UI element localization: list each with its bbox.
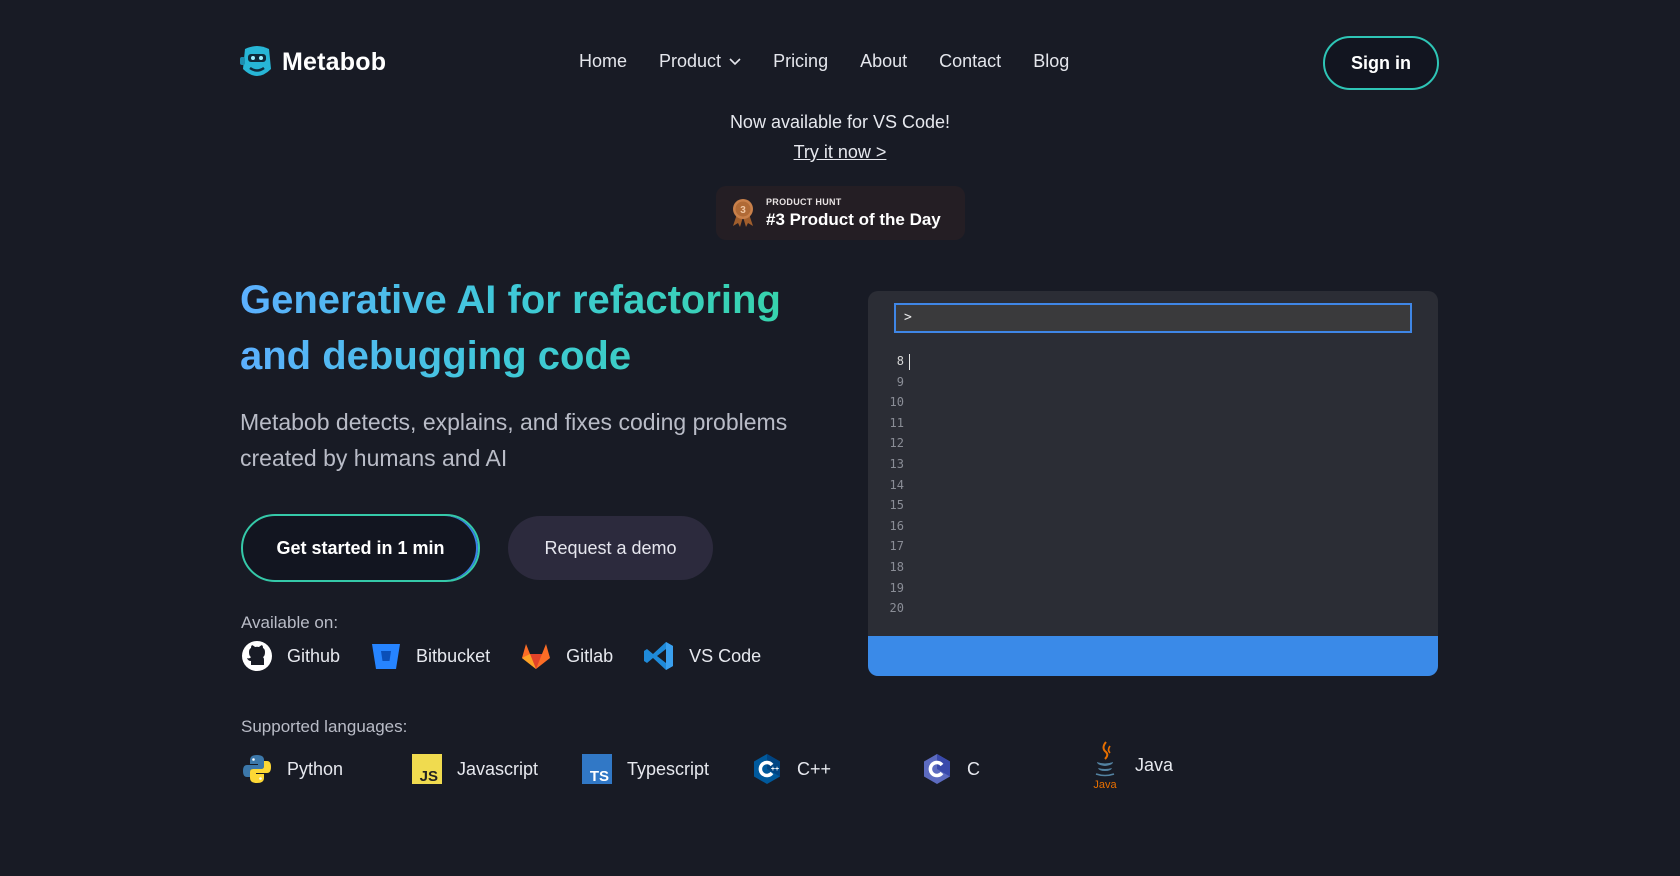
line-number: 16 (889, 518, 904, 533)
javascript-icon: JS (412, 754, 442, 785)
platform-gitlab[interactable]: Gitlab (520, 640, 613, 672)
command-input[interactable]: > (894, 303, 1412, 333)
code-editor-panel: > 8 9 10 11 12 13 14 15 16 17 18 19 20 (868, 291, 1438, 676)
nav-blog[interactable]: Blog (1033, 51, 1069, 72)
try-it-now-link[interactable]: Try it now > (794, 142, 887, 162)
nav-blog-label: Blog (1033, 51, 1070, 71)
language-javascript: JS Javascript (411, 752, 538, 786)
sign-in-button[interactable]: Sign in (1323, 36, 1439, 90)
nav-contact-label: Contact (939, 51, 1002, 71)
java-icon: Java (1093, 741, 1117, 790)
logo[interactable]: Metabob (240, 43, 386, 81)
supported-languages-label: Supported languages: (241, 717, 408, 736)
line-number: 20 (889, 601, 904, 616)
nav-home[interactable]: Home (579, 51, 627, 72)
hero-subtitle: Metabob detects, explains, and fixes cod… (240, 409, 788, 471)
nav-product-label: Product (659, 51, 722, 71)
platform-gitlab-label: Gitlab (566, 645, 614, 666)
request-demo-button[interactable]: Request a demo (508, 516, 713, 580)
java-logo-text: Java (1093, 779, 1117, 790)
product-hunt-badge[interactable]: 3 PRODUCT HUNT #3 Product of the Day (716, 186, 965, 240)
python-icon (243, 755, 271, 783)
line-number: 19 (889, 580, 904, 595)
line-number-gutter: 8 9 10 11 12 13 14 15 16 17 18 19 20 (868, 351, 904, 619)
line-number: 18 (889, 559, 904, 574)
platform-bitbucket[interactable]: Bitbucket (370, 640, 490, 672)
nav-contact[interactable]: Contact (939, 51, 1001, 72)
line-number: 9 (896, 374, 904, 389)
available-on-label: Available on: (241, 613, 339, 632)
vscode-icon (644, 642, 674, 670)
bitbucket-icon (372, 644, 401, 669)
nav-pricing-label: Pricing (773, 51, 829, 71)
language-java: Java Java (1089, 740, 1173, 790)
github-icon (242, 641, 272, 671)
nav-pricing[interactable]: Pricing (773, 51, 828, 72)
logo-text: Metabob (282, 47, 387, 76)
language-java-label: Java (1135, 754, 1174, 775)
typescript-icon: TS (582, 754, 612, 785)
line-number: 13 (889, 456, 904, 471)
platform-list: Github Bitbucket Gitlab VS Code (241, 640, 791, 672)
chevron-down-icon (729, 57, 741, 65)
language-javascript-label: Javascript (457, 758, 539, 779)
gitlab-icon (522, 644, 551, 669)
platform-github[interactable]: Github (241, 640, 340, 672)
medal-icon: 3 (733, 199, 753, 227)
language-c-label: C (967, 758, 980, 779)
medal-number: 3 (740, 205, 746, 216)
cplusplus-icon: ++ (754, 754, 780, 784)
line-number: 15 (889, 498, 904, 513)
svg-text:JS: JS (420, 768, 438, 785)
try-it-now-container: Try it now > (0, 142, 1680, 163)
language-typescript-label: Typescript (627, 758, 710, 779)
metabob-logo-icon (240, 46, 271, 76)
product-hunt-big: #3 Product of the Day (766, 209, 941, 229)
line-number: 14 (889, 477, 904, 492)
platform-vscode[interactable]: VS Code (643, 640, 761, 672)
c-icon (924, 754, 950, 784)
language-python-label: Python (287, 758, 344, 779)
line-number: 17 (889, 539, 904, 554)
platform-bitbucket-label: Bitbucket (416, 645, 491, 666)
line-number: 8 (896, 354, 904, 368)
get-started-button[interactable]: Get started in 1 min (241, 514, 480, 582)
nav-product[interactable]: Product (659, 51, 741, 72)
language-c: C (921, 752, 980, 786)
language-cplusplus: ++ C++ (751, 752, 831, 786)
line-number: 10 (889, 395, 904, 410)
text-cursor (909, 354, 910, 370)
product-hunt-small: PRODUCT HUNT (766, 196, 842, 207)
svg-text:TS: TS (590, 768, 609, 785)
nav-about-label: About (860, 51, 908, 71)
announcement-text: Now available for VS Code! (729, 112, 951, 132)
main-nav: Home Product Pricing About Contact Blog (579, 51, 1069, 72)
nav-home-label: Home (579, 51, 628, 71)
platform-vscode-label: VS Code (689, 645, 762, 666)
language-cplusplus-label: C++ (797, 758, 832, 779)
language-typescript: TS Typescript (581, 752, 709, 786)
hero-title: Generative AI for refactoring and debugg… (240, 272, 840, 384)
nav-about[interactable]: About (860, 51, 907, 72)
line-number: 11 (889, 415, 904, 430)
line-number: 12 (889, 436, 904, 451)
svg-text:++: ++ (771, 766, 779, 773)
product-hunt-text: PRODUCT HUNT #3 Product of the Day (766, 197, 941, 230)
page: Metabob Home Product Pricing About Conta… (0, 0, 1680, 876)
platform-github-label: Github (287, 645, 341, 666)
editor-status-bar (868, 636, 1438, 676)
language-python: Python (241, 752, 343, 786)
